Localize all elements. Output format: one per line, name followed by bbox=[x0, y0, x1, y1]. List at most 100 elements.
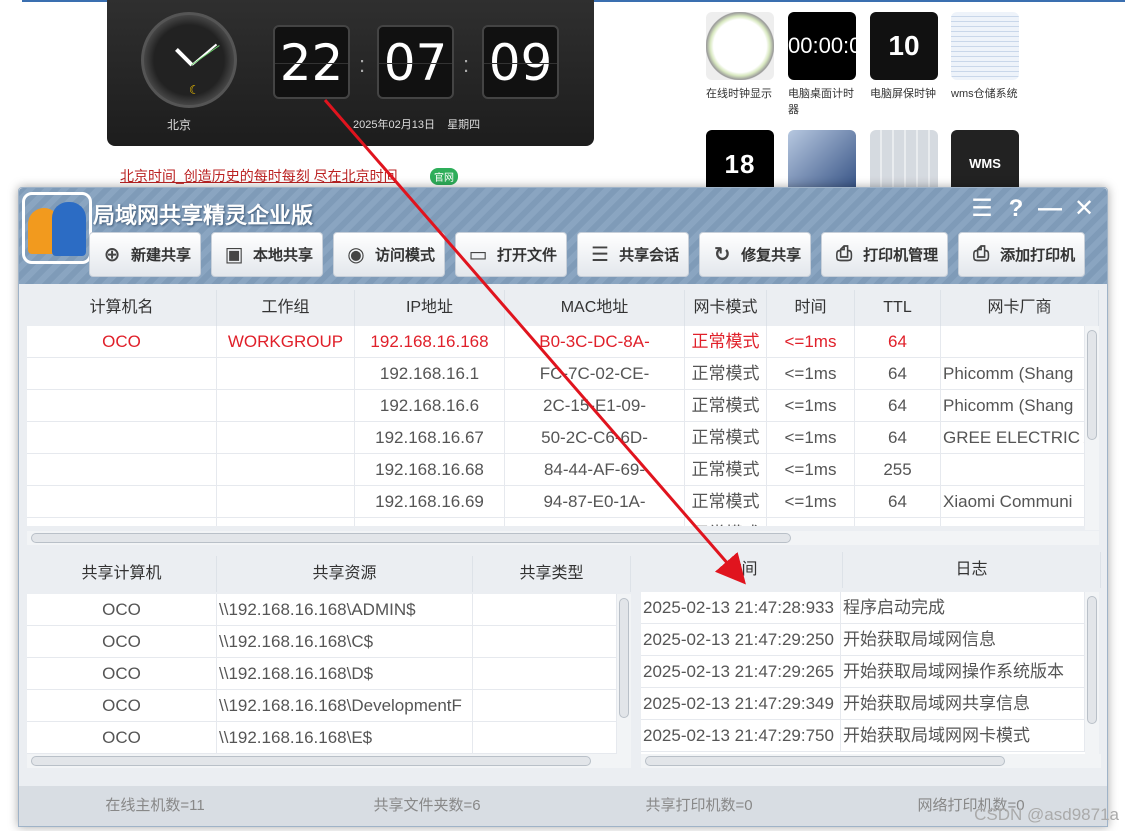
share-row[interactable]: OCO \\192.168.16.168\C$ bbox=[27, 626, 617, 658]
column-header[interactable]: 时间 bbox=[767, 290, 855, 326]
clock-city: 北京 bbox=[167, 118, 192, 132]
log-row[interactable]: 2025-02-13 21:47:29:349 开始获取局域网共享信息 bbox=[641, 688, 1085, 720]
table-cell: 192.168.16.67 bbox=[355, 422, 505, 453]
column-header[interactable]: 日志 bbox=[843, 552, 1101, 588]
table-cell: OCO bbox=[27, 658, 217, 689]
table-cell: OCO bbox=[27, 326, 217, 357]
repair-share-button[interactable]: ↻ 修复共享 bbox=[699, 232, 812, 277]
table-cell bbox=[27, 422, 217, 453]
access-mode-button[interactable]: ◉ 访问模式 bbox=[333, 232, 446, 277]
table-cell: 2025-02-13 21:47:28:933 bbox=[641, 592, 841, 623]
column-header[interactable]: 共享计算机 bbox=[27, 556, 217, 592]
spreadsheet-thumb[interactable] bbox=[951, 12, 1019, 80]
help-icon[interactable]: ? bbox=[1003, 194, 1029, 224]
hosts-horizontal-scrollbar[interactable] bbox=[27, 531, 1099, 545]
column-header[interactable]: 时间 bbox=[641, 552, 843, 588]
clock-weekday: 星期四 bbox=[447, 119, 481, 131]
log-row[interactable]: 2025-02-13 21:47:29:250 开始获取局域网信息 bbox=[641, 624, 1085, 656]
column-header[interactable]: 共享资源 bbox=[217, 556, 473, 592]
table-cell: 正常模式 bbox=[685, 422, 767, 453]
host-row[interactable]: OCO WORKGROUP 192.168.16.168 B0-3C-DC-8A- 正常… bbox=[27, 326, 1085, 358]
host-row[interactable]: 192.168.16.69 94-87-E0-1A- 正常模式 <=1ms 64 Xiao… bbox=[27, 486, 1085, 518]
table-cell: GREE ELECTRIC A bbox=[941, 422, 1085, 453]
button-label: 打印机管理 bbox=[863, 247, 939, 264]
log-vertical-scrollbar[interactable] bbox=[1085, 592, 1099, 754]
shares-vertical-scrollbar[interactable] bbox=[617, 594, 631, 754]
toolbar: ⊕ 新建共享 ▣ 本地共享 ◉ 访问模式 ▭ 打开文件 ☰ 共享会话 ↻ 修复共享 ⎙ 打印机… bbox=[89, 232, 1086, 277]
share-row[interactable]: OCO \\192.168.16.168\ADMIN$ bbox=[27, 594, 617, 626]
table-cell: <=1ms bbox=[767, 358, 855, 389]
table-cell: 开始获取局域网操作系统版本 bbox=[841, 656, 1085, 687]
table-cell bbox=[217, 390, 355, 421]
shares-table: OCO \\192.168.16.168\ADMIN$ OCO \\192.168.1… bbox=[27, 594, 617, 754]
log-horizontal-scrollbar[interactable] bbox=[641, 754, 1101, 768]
column-header[interactable]: 共享类型 bbox=[473, 556, 631, 592]
host-row[interactable]: 192.168.16.6 2C-15-E1-09- 正常模式 <=1ms 64 Phico… bbox=[27, 390, 1085, 422]
printer-manage-button[interactable]: ⎙ 打印机管理 bbox=[821, 232, 949, 277]
column-header[interactable]: 工作组 bbox=[217, 290, 355, 326]
host-row[interactable]: 192.168.16.70 正常模式 64 bbox=[27, 518, 1085, 526]
refresh-icon: ↻ bbox=[713, 244, 731, 266]
shares-horizontal-scrollbar[interactable] bbox=[27, 754, 631, 768]
clock-colon: : bbox=[463, 52, 470, 77]
table-cell: 正常模式 bbox=[685, 518, 767, 526]
share-row[interactable]: OCO \\192.168.16.168\E$ bbox=[27, 722, 617, 754]
shared-folders-count: 共享文件夹数=6 bbox=[373, 797, 481, 814]
open-file-button[interactable]: ▭ 打开文件 bbox=[455, 232, 568, 277]
host-row[interactable]: 192.168.16.68 84-44-AF-69- 正常模式 <=1ms 255 bbox=[27, 454, 1085, 486]
table-cell: 255 bbox=[855, 454, 941, 485]
flip-clock-thumb[interactable]: 10 39 bbox=[870, 12, 938, 80]
table-cell: WORKGROUP bbox=[217, 326, 355, 357]
table-cell: 开始获取局域网网卡模式 bbox=[841, 720, 1085, 751]
thumb-caption[interactable]: 电脑桌面计时器 bbox=[788, 86, 858, 118]
hosts-table-header: 计算机名 工作组 IP地址 MAC地址 网卡模式 时间 TTL 网卡厂商 bbox=[27, 290, 1099, 326]
chat-icon: ☰ bbox=[591, 244, 610, 266]
clock-hour: 22 bbox=[273, 25, 350, 99]
add-printer-button[interactable]: ⎙ 添加打印机 bbox=[958, 232, 1086, 277]
log-row[interactable]: 2025-02-13 21:47:29:265 开始获取局域网操作系统版本 bbox=[641, 656, 1085, 688]
table-cell bbox=[941, 326, 1085, 357]
table-cell: 开始获取局域网信息 bbox=[841, 624, 1085, 655]
beijing-time-link[interactable]: 北京时间_创造历史的每时每刻 尽在北京时间 bbox=[120, 166, 398, 186]
menu-icon[interactable]: ☰ bbox=[969, 194, 995, 224]
table-cell: 50-2C-C6-6D- bbox=[505, 422, 685, 453]
minimize-icon[interactable]: — bbox=[1037, 194, 1063, 224]
log-row[interactable]: 2025-02-13 21:47:29:750 开始获取局域网网卡模式 bbox=[641, 720, 1085, 752]
column-header[interactable]: TTL bbox=[855, 290, 941, 326]
clock-second: 09 bbox=[482, 25, 559, 99]
host-row[interactable]: 192.168.16.1 FC-7C-02-CE- 正常模式 <=1ms 64 Phico… bbox=[27, 358, 1085, 390]
log-row[interactable]: 2025-02-13 21:47:28:933 程序启动完成 bbox=[641, 592, 1085, 624]
analog-clock-thumb[interactable] bbox=[706, 12, 774, 80]
table-cell bbox=[473, 594, 617, 625]
window-icon: ▣ bbox=[224, 244, 244, 266]
table-cell: 64 bbox=[855, 390, 941, 421]
table-cell bbox=[217, 422, 355, 453]
new-share-button[interactable]: ⊕ 新建共享 bbox=[89, 232, 202, 277]
host-row[interactable]: 192.168.16.67 50-2C-C6-6D- 正常模式 <=1ms 64 GREE… bbox=[27, 422, 1085, 454]
folder-icon: ▭ bbox=[468, 244, 488, 266]
table-cell: Phicomm (Shang bbox=[941, 358, 1085, 389]
column-header[interactable]: 网卡厂商 bbox=[941, 290, 1099, 326]
thumb-caption[interactable]: 在线时钟显示 bbox=[706, 86, 776, 102]
column-header[interactable]: IP地址 bbox=[355, 290, 505, 326]
thumb-caption[interactable]: wms仓储系统 bbox=[951, 86, 1021, 102]
share-row[interactable]: OCO \\192.168.16.168\DevelopmentF bbox=[27, 690, 617, 722]
table-cell: 192.168.16.68 bbox=[355, 454, 505, 485]
digital-timer-thumb[interactable]: 00:00:0 bbox=[788, 12, 856, 80]
table-cell bbox=[473, 722, 617, 753]
column-header[interactable]: 计算机名 bbox=[27, 290, 217, 326]
table-cell: 192.168.16.168 bbox=[355, 326, 505, 357]
close-icon[interactable]: ✕ bbox=[1071, 194, 1097, 224]
hosts-vertical-scrollbar[interactable] bbox=[1085, 326, 1099, 530]
table-cell: 2025-02-13 21:47:29:265 bbox=[641, 656, 841, 687]
share-session-button[interactable]: ☰ 共享会话 bbox=[577, 232, 690, 277]
thumb-caption[interactable]: 电脑屏保时钟 bbox=[870, 86, 940, 102]
column-header[interactable]: MAC地址 bbox=[505, 290, 685, 326]
column-header[interactable]: 网卡模式 bbox=[685, 290, 767, 326]
local-share-button[interactable]: ▣ 本地共享 bbox=[211, 232, 324, 277]
share-row[interactable]: OCO \\192.168.16.168\D$ bbox=[27, 658, 617, 690]
table-cell: FC-7C-02-CE- bbox=[505, 358, 685, 389]
title-bar[interactable]: 局域网共享精灵企业版 ☰ ? — ✕ ⊕ 新建共享 ▣ 本地共享 ◉ 访问模式 ▭ 打开… bbox=[19, 188, 1107, 284]
table-cell: 192.168.16.6 bbox=[355, 390, 505, 421]
table-cell bbox=[767, 518, 855, 526]
